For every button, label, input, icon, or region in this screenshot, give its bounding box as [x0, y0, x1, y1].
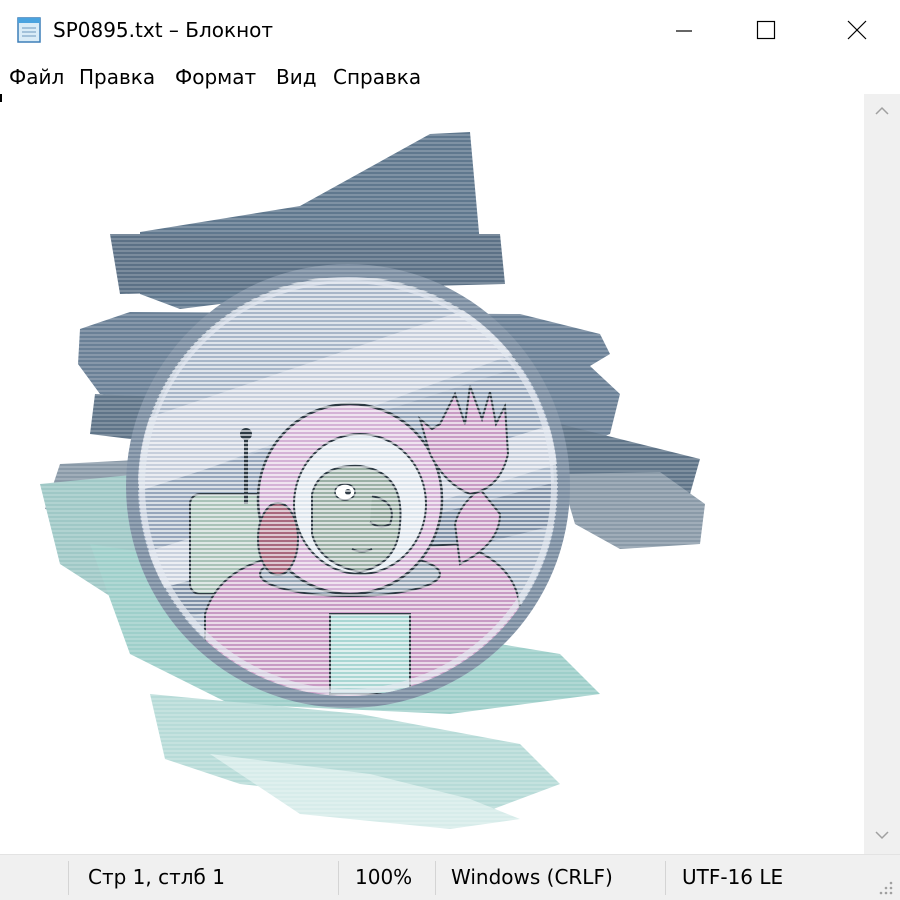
minimize-button[interactable] — [637, 0, 731, 60]
vertical-scrollbar[interactable] — [864, 94, 900, 854]
menu-view[interactable]: Вид — [276, 64, 317, 90]
status-separator — [435, 861, 436, 895]
status-bar: Стр 1, стлб 1 100% Windows (CRLF) UTF-16… — [0, 854, 900, 900]
window-title: SP0895.txt – Блокнот — [53, 18, 274, 42]
zoom-level: 100% — [355, 865, 413, 889]
text-editor-area[interactable] — [0, 94, 864, 854]
menu-format[interactable]: Формат — [175, 64, 256, 90]
menu-bar: Файл Правка Формат Вид Справка — [0, 60, 900, 94]
close-icon — [847, 20, 867, 40]
close-button[interactable] — [810, 0, 900, 60]
scroll-down-icon[interactable] — [873, 828, 891, 842]
status-separator — [665, 861, 666, 895]
line-endings: Windows (CRLF) — [451, 865, 613, 889]
title-bar[interactable]: SP0895.txt – Блокнот — [0, 0, 900, 60]
minimize-icon — [676, 30, 692, 32]
scroll-up-icon[interactable] — [873, 104, 891, 118]
menu-edit[interactable]: Правка — [79, 64, 155, 90]
encoding: UTF-16 LE — [682, 865, 784, 889]
status-separator — [68, 861, 69, 895]
status-separator — [338, 861, 339, 895]
maximize-icon — [756, 20, 776, 40]
ascii-art-astronaut — [0, 94, 864, 854]
menu-help[interactable]: Справка — [333, 64, 421, 90]
menu-file[interactable]: Файл — [9, 64, 64, 90]
cursor-position: Стр 1, стлб 1 — [88, 865, 225, 889]
resize-grip-icon[interactable] — [876, 878, 894, 896]
notepad-icon — [17, 17, 41, 43]
text-cursor — [0, 94, 2, 102]
maximize-button[interactable] — [719, 0, 813, 60]
